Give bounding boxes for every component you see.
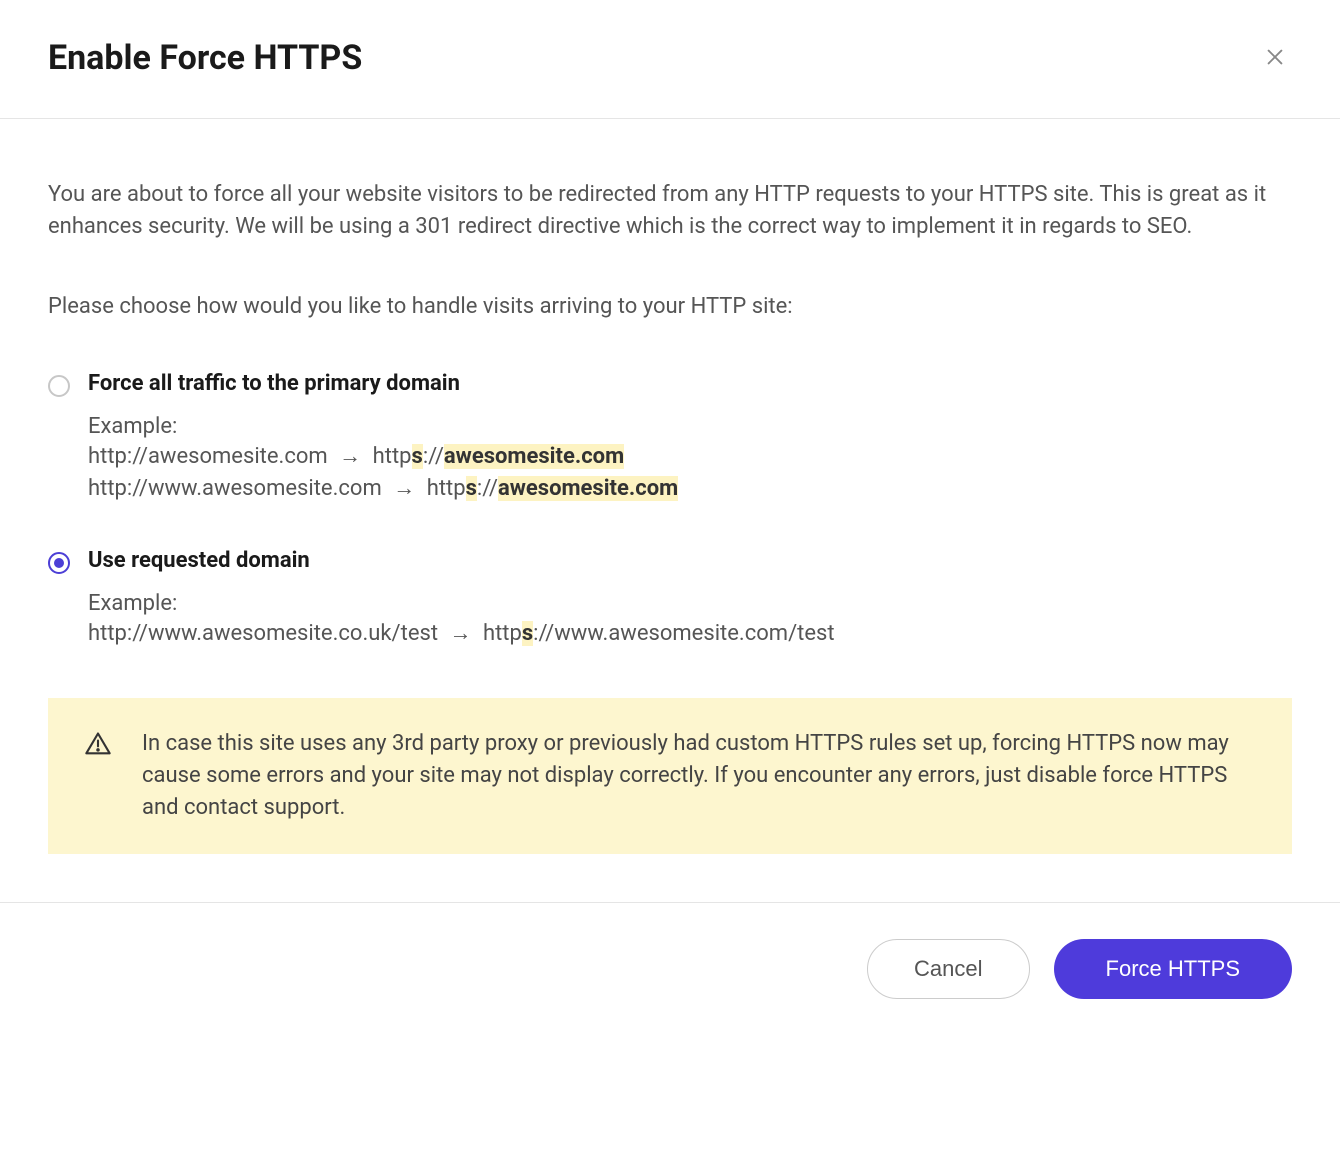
modal-header: Enable Force HTTPS [0, 0, 1340, 119]
modal-footer: Cancel Force HTTPS [0, 902, 1340, 1049]
force-https-button[interactable]: Force HTTPS [1054, 939, 1292, 999]
example-line: http://www.awesomesite.co.uk/test → http… [88, 618, 1292, 650]
highlight-s: s [412, 444, 423, 469]
example-label: Example: [88, 591, 1292, 616]
radio-label-requested: Use requested domain [88, 548, 1292, 573]
warning-text: In case this site uses any 3rd party pro… [142, 728, 1256, 824]
radio-content: Force all traffic to the primary domain … [88, 371, 1292, 505]
highlight-s: s [522, 621, 533, 646]
highlight-domain: awesomesite.com [498, 476, 678, 501]
example-to-sep: :// [477, 476, 498, 501]
radio-indicator [48, 375, 70, 397]
close-icon [1264, 46, 1286, 71]
modal-title: Enable Force HTTPS [48, 38, 362, 78]
modal-body: You are about to force all your website … [0, 119, 1340, 902]
radio-label-primary: Force all traffic to the primary domain [88, 371, 1292, 396]
radio-group: Force all traffic to the primary domain … [48, 371, 1292, 651]
example-label: Example: [88, 414, 1292, 439]
example-from: http://www.awesomesite.com [88, 476, 382, 501]
example-from: http://awesomesite.com [88, 444, 328, 469]
example-to-prefix: http [483, 621, 522, 646]
radio-option-primary-domain[interactable]: Force all traffic to the primary domain … [48, 371, 1292, 505]
example-to-prefix: http [427, 476, 466, 501]
example-to-sep: :// [423, 444, 444, 469]
example-line: http://awesomesite.com → https://awesome… [88, 441, 1292, 473]
arrow-right-icon: → [339, 441, 361, 473]
close-button[interactable] [1258, 40, 1292, 77]
example-line: http://www.awesomesite.com → https://awe… [88, 473, 1292, 505]
intro-text: You are about to force all your website … [48, 179, 1292, 243]
warning-box: In case this site uses any 3rd party pro… [48, 698, 1292, 854]
warning-icon [84, 730, 112, 762]
example-to-prefix: http [373, 444, 412, 469]
cancel-button[interactable]: Cancel [867, 939, 1029, 999]
arrow-right-icon: → [450, 618, 472, 650]
example-to-rest: ://www.awesomesite.com/test [533, 621, 834, 646]
highlight-domain: awesomesite.com [444, 444, 624, 469]
radio-option-requested-domain[interactable]: Use requested domain Example: http://www… [48, 548, 1292, 650]
arrow-right-icon: → [393, 473, 415, 505]
choose-prompt: Please choose how would you like to hand… [48, 291, 1292, 323]
highlight-s: s [466, 476, 477, 501]
radio-indicator-selected [48, 552, 70, 574]
example-from: http://www.awesomesite.co.uk/test [88, 621, 438, 646]
radio-content: Use requested domain Example: http://www… [88, 548, 1292, 650]
